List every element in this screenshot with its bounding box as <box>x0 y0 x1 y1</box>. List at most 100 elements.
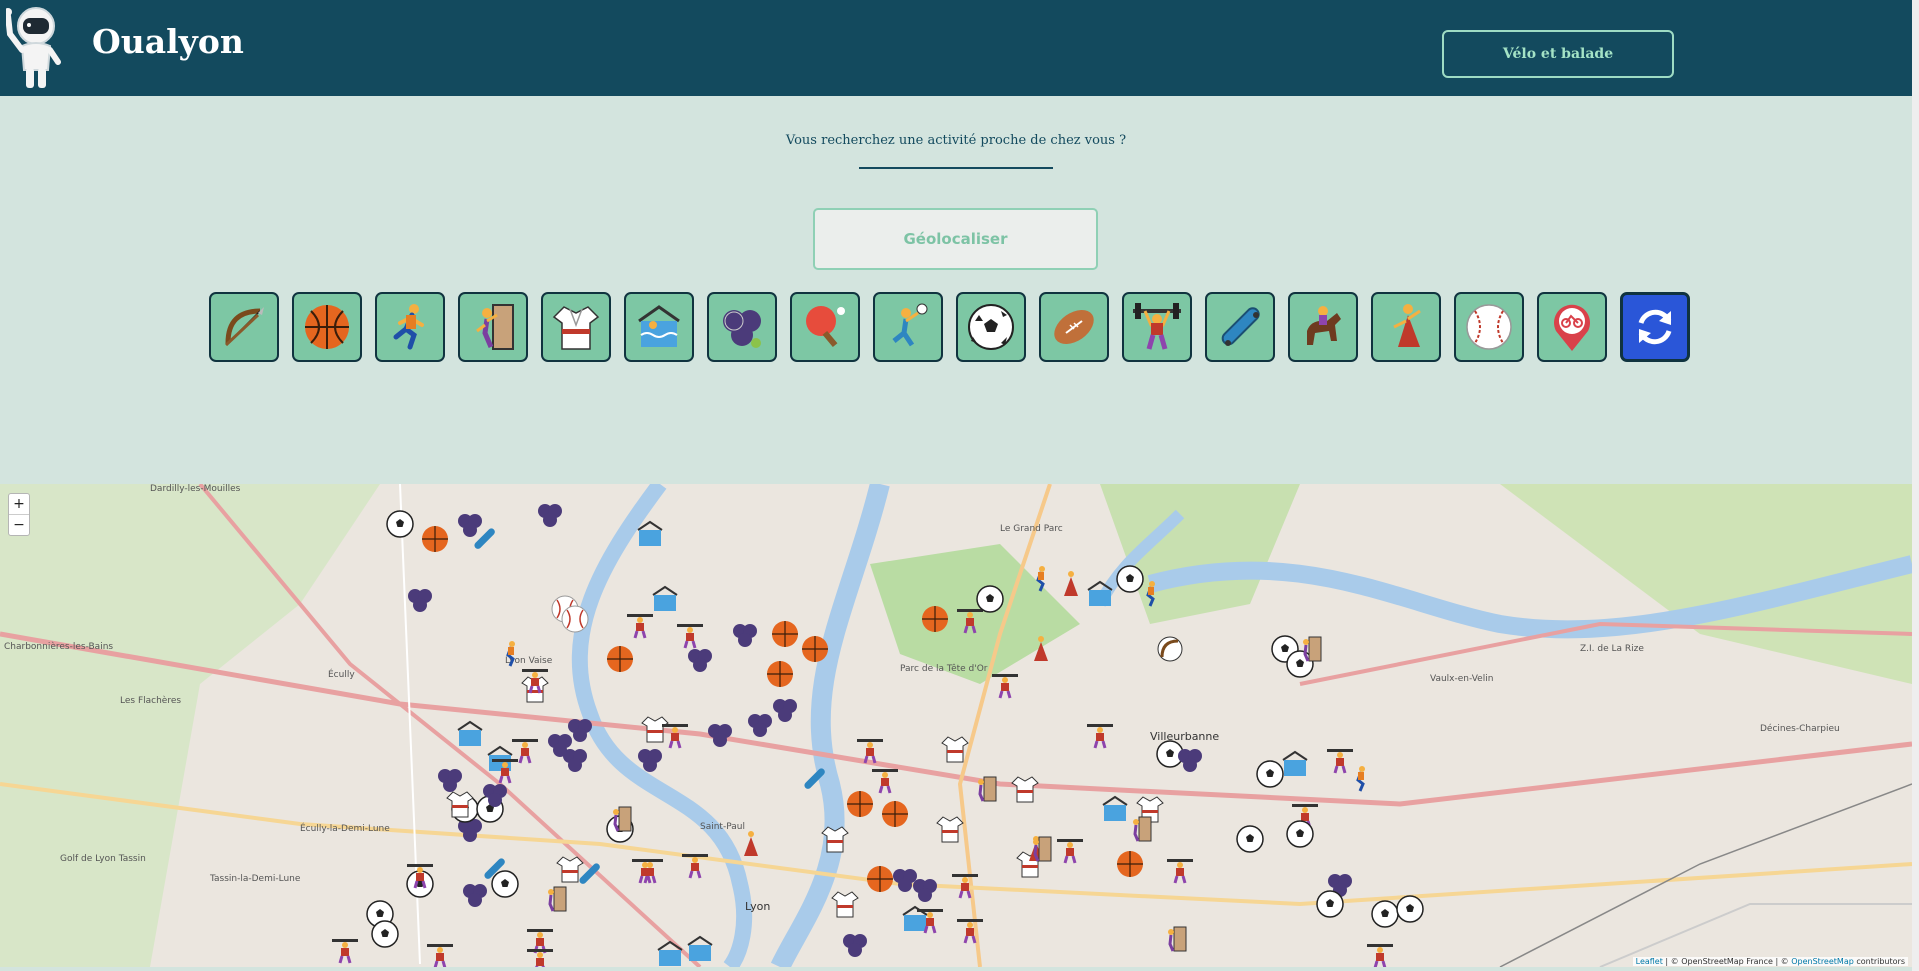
map-marker[interactable] <box>510 734 540 764</box>
map-marker[interactable] <box>955 914 985 944</box>
map-marker[interactable] <box>1115 849 1145 879</box>
geolocate-button[interactable]: Géolocaliser <box>813 208 1098 270</box>
filter-dance-button[interactable] <box>1371 292 1441 362</box>
zoom-out-button[interactable]: − <box>9 515 29 535</box>
map-marker[interactable] <box>1055 569 1085 599</box>
map-marker[interactable] <box>635 519 665 549</box>
osm-link[interactable]: OpenStreetMap <box>1791 957 1854 966</box>
map-marker[interactable] <box>420 524 450 554</box>
filter-skateboard-button[interactable] <box>1205 292 1275 362</box>
map-marker[interactable] <box>820 824 850 854</box>
map-marker[interactable] <box>1280 749 1310 779</box>
map-marker[interactable] <box>1285 819 1315 849</box>
map-marker[interactable] <box>370 919 400 949</box>
astronaut-icon[interactable] <box>4 4 64 92</box>
map-marker[interactable] <box>1085 719 1115 749</box>
map-marker[interactable] <box>405 584 435 614</box>
map-marker[interactable] <box>425 939 455 967</box>
map-marker[interactable] <box>520 664 550 694</box>
map-marker[interactable] <box>565 714 595 744</box>
map-marker[interactable] <box>1160 924 1190 954</box>
map-marker[interactable] <box>730 619 760 649</box>
map-marker[interactable] <box>435 764 465 794</box>
map-marker[interactable] <box>1395 894 1425 924</box>
map-marker[interactable] <box>535 499 565 529</box>
filter-horse-riding-button[interactable] <box>1288 292 1358 362</box>
velo-balade-button[interactable]: Vélo et balade <box>1442 30 1674 78</box>
map-marker[interactable] <box>975 584 1005 614</box>
filter-swimming-button[interactable] <box>624 292 694 362</box>
map-marker[interactable] <box>685 934 715 964</box>
map-marker[interactable] <box>605 644 635 674</box>
map-marker[interactable] <box>470 524 500 554</box>
filter-martial-arts-button[interactable] <box>541 292 611 362</box>
filter-soccer-button[interactable] <box>956 292 1026 362</box>
map-marker[interactable] <box>525 944 555 967</box>
map-marker[interactable] <box>910 874 940 904</box>
map-marker[interactable] <box>990 669 1020 699</box>
map-marker[interactable] <box>915 904 945 934</box>
map-marker[interactable] <box>1345 764 1375 794</box>
map-marker[interactable] <box>800 764 830 794</box>
map-marker[interactable] <box>1010 774 1040 804</box>
map-marker[interactable] <box>455 719 485 749</box>
map-marker[interactable] <box>770 619 800 649</box>
map-marker[interactable] <box>605 804 635 834</box>
map-marker[interactable] <box>950 869 980 899</box>
map-marker[interactable] <box>1025 564 1055 594</box>
map-marker[interactable] <box>765 659 795 689</box>
map-marker[interactable] <box>540 884 570 914</box>
map-marker[interactable] <box>1175 744 1205 774</box>
map-marker[interactable] <box>845 789 875 819</box>
filter-handball-button[interactable] <box>873 292 943 362</box>
map-marker[interactable] <box>1025 834 1055 864</box>
map-marker[interactable] <box>680 849 710 879</box>
filter-weightlifting-button[interactable] <box>1122 292 1192 362</box>
map-marker[interactable] <box>1055 834 1085 864</box>
filter-bike-button[interactable] <box>1537 292 1607 362</box>
map-marker[interactable] <box>800 634 830 664</box>
filter-baseball-button[interactable] <box>1454 292 1524 362</box>
map-marker[interactable] <box>685 644 715 674</box>
leaflet-link[interactable]: Leaflet <box>1636 957 1663 966</box>
filter-petanque-button[interactable] <box>707 292 777 362</box>
map-marker[interactable] <box>635 744 665 774</box>
refresh-button[interactable] <box>1620 292 1690 362</box>
map-marker[interactable] <box>575 859 605 889</box>
filter-ping-pong-button[interactable] <box>790 292 860 362</box>
map-marker[interactable] <box>405 859 435 889</box>
map-marker[interactable] <box>830 889 860 919</box>
filter-basketball-button[interactable] <box>292 292 362 362</box>
map-marker[interactable] <box>920 604 950 634</box>
page-scrollbar[interactable] <box>1912 0 1919 971</box>
map-marker[interactable] <box>1135 579 1165 609</box>
map-marker[interactable] <box>460 879 490 909</box>
map-marker[interactable] <box>935 814 965 844</box>
map-marker[interactable] <box>840 929 870 959</box>
map-marker[interactable] <box>630 854 660 884</box>
map-marker[interactable] <box>1085 579 1115 609</box>
map-marker[interactable] <box>490 869 520 899</box>
map-marker[interactable] <box>1365 939 1395 967</box>
map-marker[interactable] <box>650 584 680 614</box>
filter-running-button[interactable] <box>375 292 445 362</box>
map-marker[interactable] <box>1315 889 1345 919</box>
map-marker[interactable] <box>1235 824 1265 854</box>
map-marker[interactable] <box>855 734 885 764</box>
map-marker[interactable] <box>655 939 685 967</box>
map-marker[interactable] <box>330 934 360 964</box>
map-marker[interactable] <box>1155 634 1185 664</box>
map-marker[interactable] <box>970 774 1000 804</box>
map-marker[interactable] <box>385 509 415 539</box>
filter-archery-button[interactable] <box>209 292 279 362</box>
map-marker[interactable] <box>1125 814 1155 844</box>
map-marker[interactable] <box>1295 634 1325 664</box>
map-marker[interactable] <box>940 734 970 764</box>
map-marker[interactable] <box>1025 634 1055 664</box>
map-marker[interactable] <box>1165 854 1195 884</box>
activity-map[interactable]: Dardilly-les-Mouilles Charbonnières-les-… <box>0 484 1912 967</box>
map-marker[interactable] <box>705 719 735 749</box>
map-marker[interactable] <box>735 829 765 859</box>
map-marker[interactable] <box>745 709 775 739</box>
map-marker[interactable] <box>560 604 590 634</box>
